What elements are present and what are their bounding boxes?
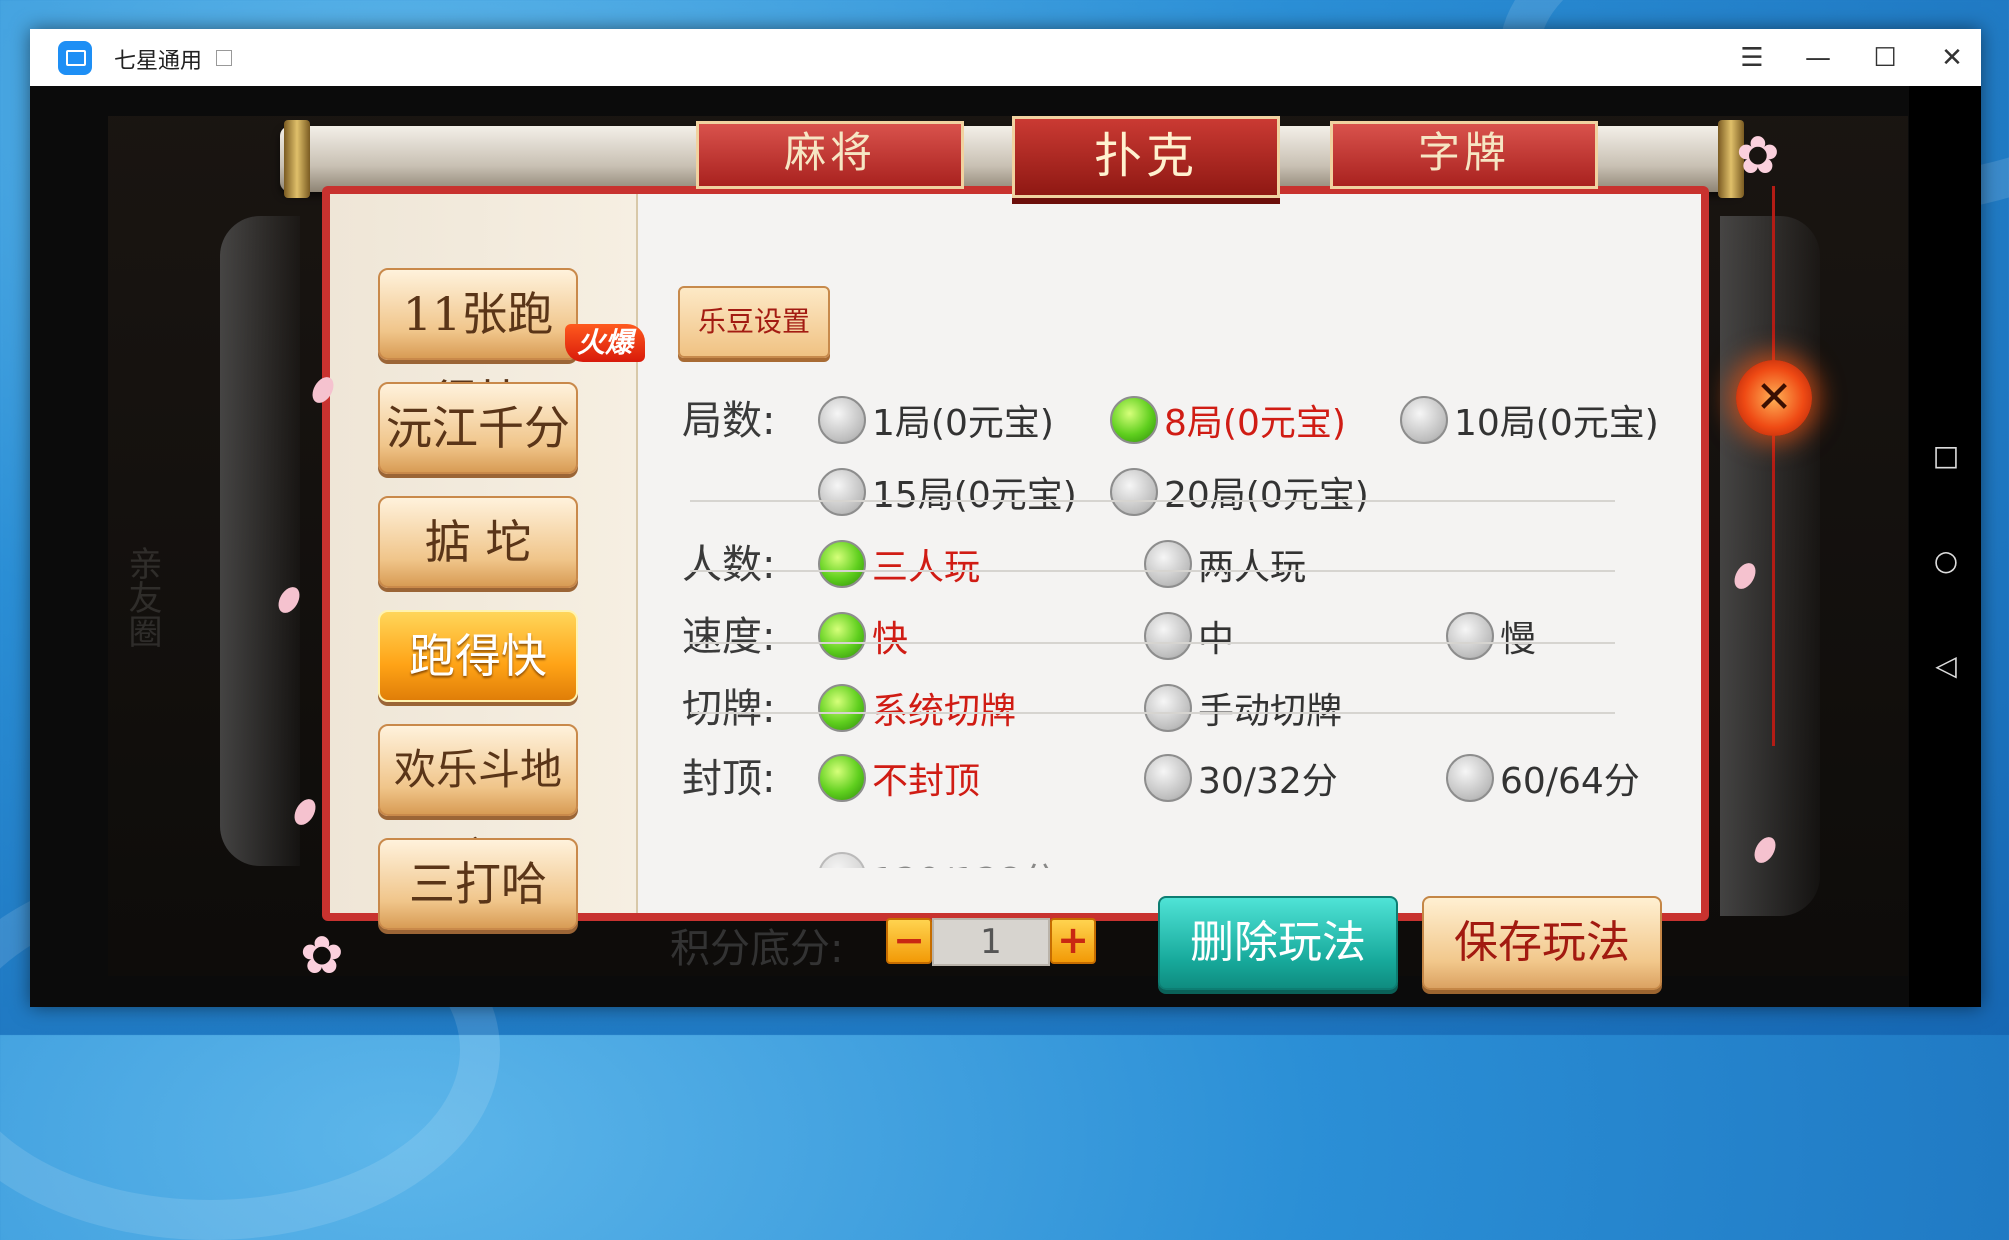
radio-speed-slow[interactable] bbox=[1446, 612, 1494, 660]
game-item-paodekuai[interactable]: 跑得快 bbox=[378, 610, 578, 702]
home-icon[interactable]: ○ bbox=[1929, 544, 1963, 578]
increment-button[interactable]: + bbox=[1050, 918, 1096, 964]
players-label: 人数: bbox=[682, 542, 776, 588]
back-icon[interactable]: ◁ bbox=[1929, 649, 1963, 683]
option-players-3: 三人玩 bbox=[872, 547, 981, 588]
hot-badge: 火爆 bbox=[565, 324, 645, 362]
game-item-yuanjiang[interactable]: 沅江千分 bbox=[378, 382, 578, 474]
radio-players-3[interactable] bbox=[818, 540, 866, 588]
lantern-cord bbox=[1772, 186, 1775, 746]
recent-apps-icon[interactable]: □ bbox=[1929, 439, 1963, 473]
radio-cap-30[interactable] bbox=[1144, 754, 1192, 802]
save-rule-button[interactable]: 保存玩法 bbox=[1422, 896, 1662, 990]
cap-label: 封顶: bbox=[682, 756, 776, 802]
game-viewport: 亲友圈 麻将 扑克 字牌 ✕ ❖ 11张跑得快 火爆 沅江千分 掂 坨 跑得快 … bbox=[30, 86, 1909, 1007]
tab-mahjong[interactable]: 麻将 bbox=[696, 121, 964, 189]
option-players-2: 两人玩 bbox=[1198, 547, 1307, 588]
minimize-icon[interactable]: — bbox=[1796, 37, 1840, 79]
option-cap-120: 120/128分 bbox=[872, 852, 1058, 868]
option-cap-60: 60/64分 bbox=[1500, 761, 1640, 802]
option-cut-manual: 手动切牌 bbox=[1198, 691, 1343, 732]
android-nav-bar: □ ○ ◁ bbox=[1909, 86, 1981, 1007]
maximize-icon[interactable]: ☐ bbox=[1863, 37, 1907, 79]
ledou-settings-button[interactable]: 乐豆设置 bbox=[678, 286, 830, 358]
right-curtain bbox=[1720, 216, 1820, 916]
option-rounds-15: 15局(0元宝) bbox=[872, 475, 1077, 516]
tab-poker[interactable]: 扑克 bbox=[1012, 116, 1280, 198]
radio-cap-60[interactable] bbox=[1446, 754, 1494, 802]
option-rounds-1: 1局(0元宝) bbox=[872, 403, 1054, 444]
radio-speed-fast[interactable] bbox=[818, 612, 866, 660]
score-label: 积分底分: bbox=[670, 926, 844, 972]
radio-cut-system[interactable] bbox=[818, 684, 866, 732]
game-item-11-paodekuai[interactable]: 11张跑得快 bbox=[378, 268, 578, 429]
partial-option-row: 120/128分 bbox=[690, 848, 1590, 868]
option-speed-medium: 中 bbox=[1198, 619, 1235, 660]
option-cut-system: 系统切牌 bbox=[872, 691, 1017, 732]
rounds-label: 局数: bbox=[682, 398, 776, 444]
close-icon[interactable]: ✕ bbox=[1930, 37, 1974, 79]
radio-players-2[interactable] bbox=[1144, 540, 1192, 588]
pin-icon[interactable] bbox=[216, 50, 232, 66]
app-logo-icon bbox=[58, 41, 92, 75]
flower-icon: ✿ bbox=[300, 926, 344, 986]
option-rounds-20: 20局(0元宝) bbox=[1164, 475, 1369, 516]
decrement-button[interactable]: − bbox=[886, 918, 932, 964]
radio-cut-manual[interactable] bbox=[1144, 684, 1192, 732]
divider bbox=[690, 500, 1615, 502]
radio-rounds-10[interactable] bbox=[1400, 396, 1448, 444]
bg-decoration: 亲友圈 bbox=[122, 546, 162, 648]
game-item-sandaha[interactable]: 三打哈 bbox=[378, 838, 578, 930]
radio-rounds-8[interactable] bbox=[1110, 396, 1158, 444]
score-value[interactable]: 1 bbox=[932, 918, 1050, 966]
game-item-doudizhu[interactable]: 欢乐斗地主 bbox=[378, 724, 578, 882]
cut-label: 切牌: bbox=[682, 686, 776, 732]
left-curtain bbox=[220, 216, 300, 866]
app-window: 七星通用 ☰ — ☐ ✕ 亲友圈 麻将 扑克 字牌 ✕ ❖ 11张跑得快 火爆 … bbox=[30, 29, 1981, 1007]
menu-icon[interactable]: ☰ bbox=[1730, 37, 1774, 79]
divider bbox=[690, 712, 1615, 714]
title-bar: 七星通用 ☰ — ☐ ✕ bbox=[30, 29, 1981, 86]
option-speed-slow: 慢 bbox=[1500, 619, 1537, 660]
flower-icon: ✿ bbox=[1736, 126, 1780, 186]
tab-word-cards[interactable]: 字牌 bbox=[1330, 121, 1598, 189]
divider bbox=[690, 570, 1615, 572]
divider bbox=[690, 642, 1615, 644]
delete-rule-button[interactable]: 删除玩法 bbox=[1158, 896, 1398, 990]
radio-cap-120[interactable] bbox=[818, 852, 866, 868]
speed-label: 速度: bbox=[682, 614, 776, 660]
radio-speed-medium[interactable] bbox=[1144, 612, 1192, 660]
close-button[interactable]: ✕ bbox=[1736, 360, 1812, 436]
option-speed-fast: 快 bbox=[872, 619, 909, 660]
option-rounds-8: 8局(0元宝) bbox=[1164, 403, 1346, 444]
radio-rounds-1[interactable] bbox=[818, 396, 866, 444]
radio-rounds-15[interactable] bbox=[818, 468, 866, 516]
option-rounds-10: 10局(0元宝) bbox=[1454, 403, 1659, 444]
option-cap-30: 30/32分 bbox=[1198, 761, 1338, 802]
window-title: 七星通用 bbox=[114, 49, 203, 74]
option-cap-none: 不封顶 bbox=[872, 761, 981, 802]
radio-cap-none[interactable] bbox=[818, 754, 866, 802]
game-item-diantuo[interactable]: 掂 坨 bbox=[378, 496, 578, 588]
rod-end-left bbox=[284, 120, 310, 198]
radio-rounds-20[interactable] bbox=[1110, 468, 1158, 516]
